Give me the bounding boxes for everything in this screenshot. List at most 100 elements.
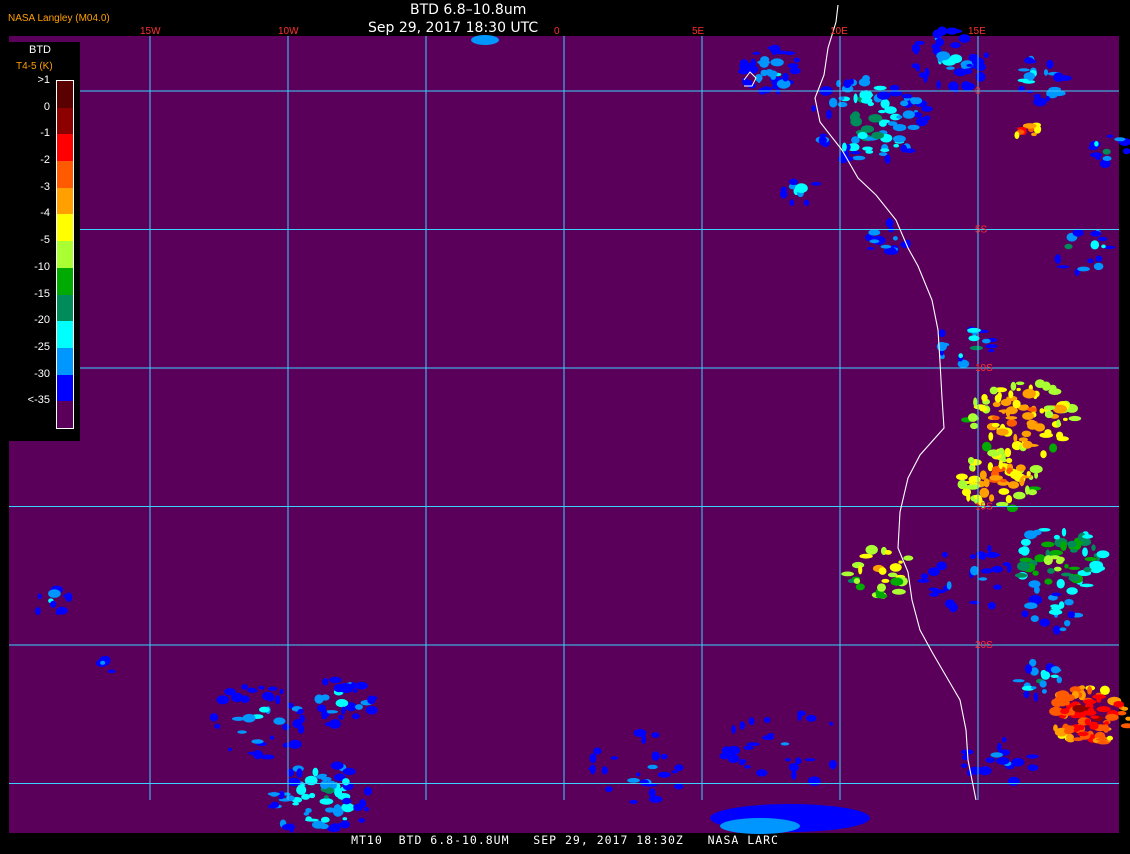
cloud-blob	[752, 51, 761, 55]
color-legend: BTD T4-5 (K) >1 0 -1 -2 -3 -4 -5 -10 -15 -20 -25 -3…	[9, 42, 80, 441]
cloud-blob	[1064, 563, 1069, 569]
cloud-blob	[1083, 710, 1097, 716]
cloud-blob	[601, 766, 608, 775]
cloud-blob	[970, 565, 979, 576]
cloud-blob	[1027, 407, 1037, 412]
cloud-blob	[216, 695, 230, 705]
cloud-blob	[305, 816, 312, 822]
cloud-blob	[1056, 265, 1070, 269]
lat-label: 5S	[975, 225, 988, 236]
lat-label: 0	[975, 86, 981, 97]
cloud-blob	[948, 81, 959, 91]
cloud-blob	[1039, 408, 1045, 414]
cloud-band	[720, 818, 800, 834]
cloud-blob	[988, 432, 994, 441]
cloud-blob	[878, 567, 887, 575]
cloud-blob	[1006, 504, 1018, 513]
cloud-blob	[1068, 566, 1081, 570]
cloud-blob	[364, 786, 372, 796]
cloud-blob	[1113, 701, 1124, 708]
cloud-blob	[860, 125, 875, 133]
cloud-blob	[1006, 457, 1013, 464]
cloud-blob	[1064, 599, 1074, 606]
cloud-blob	[936, 80, 941, 90]
cloud-blob	[316, 774, 327, 779]
cloud-blob	[1122, 148, 1130, 155]
cloud-blob	[251, 739, 264, 744]
cloud-blob	[862, 146, 873, 151]
cloud-blob	[1021, 475, 1032, 479]
cloud-blob	[1046, 59, 1054, 69]
cloud-blob	[1093, 262, 1104, 271]
cloud-blob	[1033, 97, 1047, 107]
legend-level-label: -10	[34, 260, 50, 273]
cloud-blob	[259, 706, 270, 713]
cloud-blob	[100, 660, 106, 665]
cloud-blob	[1021, 430, 1032, 437]
cloud-blob	[1022, 412, 1035, 420]
cloud-blob	[365, 705, 378, 715]
legend-level-label: <-35	[27, 394, 50, 407]
cloud-blob	[841, 571, 854, 577]
cloud-blob	[999, 478, 1007, 483]
cloud-blob	[312, 767, 319, 777]
cloud-blob	[1082, 534, 1094, 539]
cloud-blob	[1060, 572, 1072, 577]
cloud-blob	[1063, 727, 1073, 735]
cloud-blob	[1026, 754, 1039, 759]
cloud-blob	[1060, 708, 1070, 715]
cloud-blob	[242, 713, 256, 723]
cloud-blob	[1121, 706, 1129, 711]
cloud-blob	[1061, 527, 1067, 537]
cloud-blob	[1044, 429, 1052, 436]
cloud-blob	[1079, 583, 1094, 588]
cloud-blob	[928, 567, 940, 577]
cloud-blob	[978, 577, 988, 581]
cloud-blob	[804, 758, 816, 762]
cloud-blob	[784, 758, 792, 762]
cloud-blob	[1106, 735, 1113, 741]
legend-title: BTD	[29, 44, 51, 56]
cloud-blob	[987, 545, 992, 553]
cloud-blob	[1056, 419, 1061, 428]
cloud-blob	[320, 816, 330, 823]
cloud-blob	[1068, 415, 1082, 422]
cloud-blob	[869, 239, 880, 244]
cloud-blob	[913, 45, 920, 55]
cloud-blob	[1034, 423, 1046, 432]
cloud-blob	[1053, 625, 1061, 635]
legend-unit: T4-5 (K)	[16, 61, 53, 72]
cloud-blob	[353, 803, 364, 812]
legend-level-label: -1	[40, 127, 50, 140]
cloud-blob	[329, 676, 342, 684]
cloud-blob	[942, 343, 948, 348]
cloud-blob	[748, 717, 755, 726]
cloud-blob	[911, 63, 920, 69]
cloud-blob	[795, 183, 808, 194]
cloud-blob	[968, 413, 978, 422]
cloud-blob	[1106, 134, 1114, 138]
cloud-blob	[935, 37, 945, 47]
cloud-blob	[862, 93, 874, 97]
cloud-blob	[282, 742, 292, 748]
cloud-blob	[811, 105, 816, 112]
cloud-blob	[1053, 566, 1062, 572]
cloud-blob	[282, 723, 290, 731]
cloud-blob	[1052, 90, 1066, 97]
legend-swatch	[57, 161, 73, 189]
cloud-blob	[853, 93, 858, 104]
legend-swatch	[57, 347, 73, 376]
cloud-blob	[881, 578, 890, 583]
cloud-blob	[1105, 713, 1119, 721]
cloud-blob	[975, 72, 986, 82]
cloud-blob	[865, 150, 874, 154]
legend-swatch	[57, 107, 73, 135]
cloud-blob	[1089, 721, 1099, 730]
cloud-blob	[1005, 416, 1018, 420]
cloud-blob	[928, 587, 939, 591]
cloud-blob	[791, 770, 797, 780]
cloud-blob	[910, 98, 918, 105]
cloud-blob	[1084, 557, 1097, 562]
cloud-blob	[1005, 495, 1013, 504]
cloud-blob	[769, 44, 781, 54]
